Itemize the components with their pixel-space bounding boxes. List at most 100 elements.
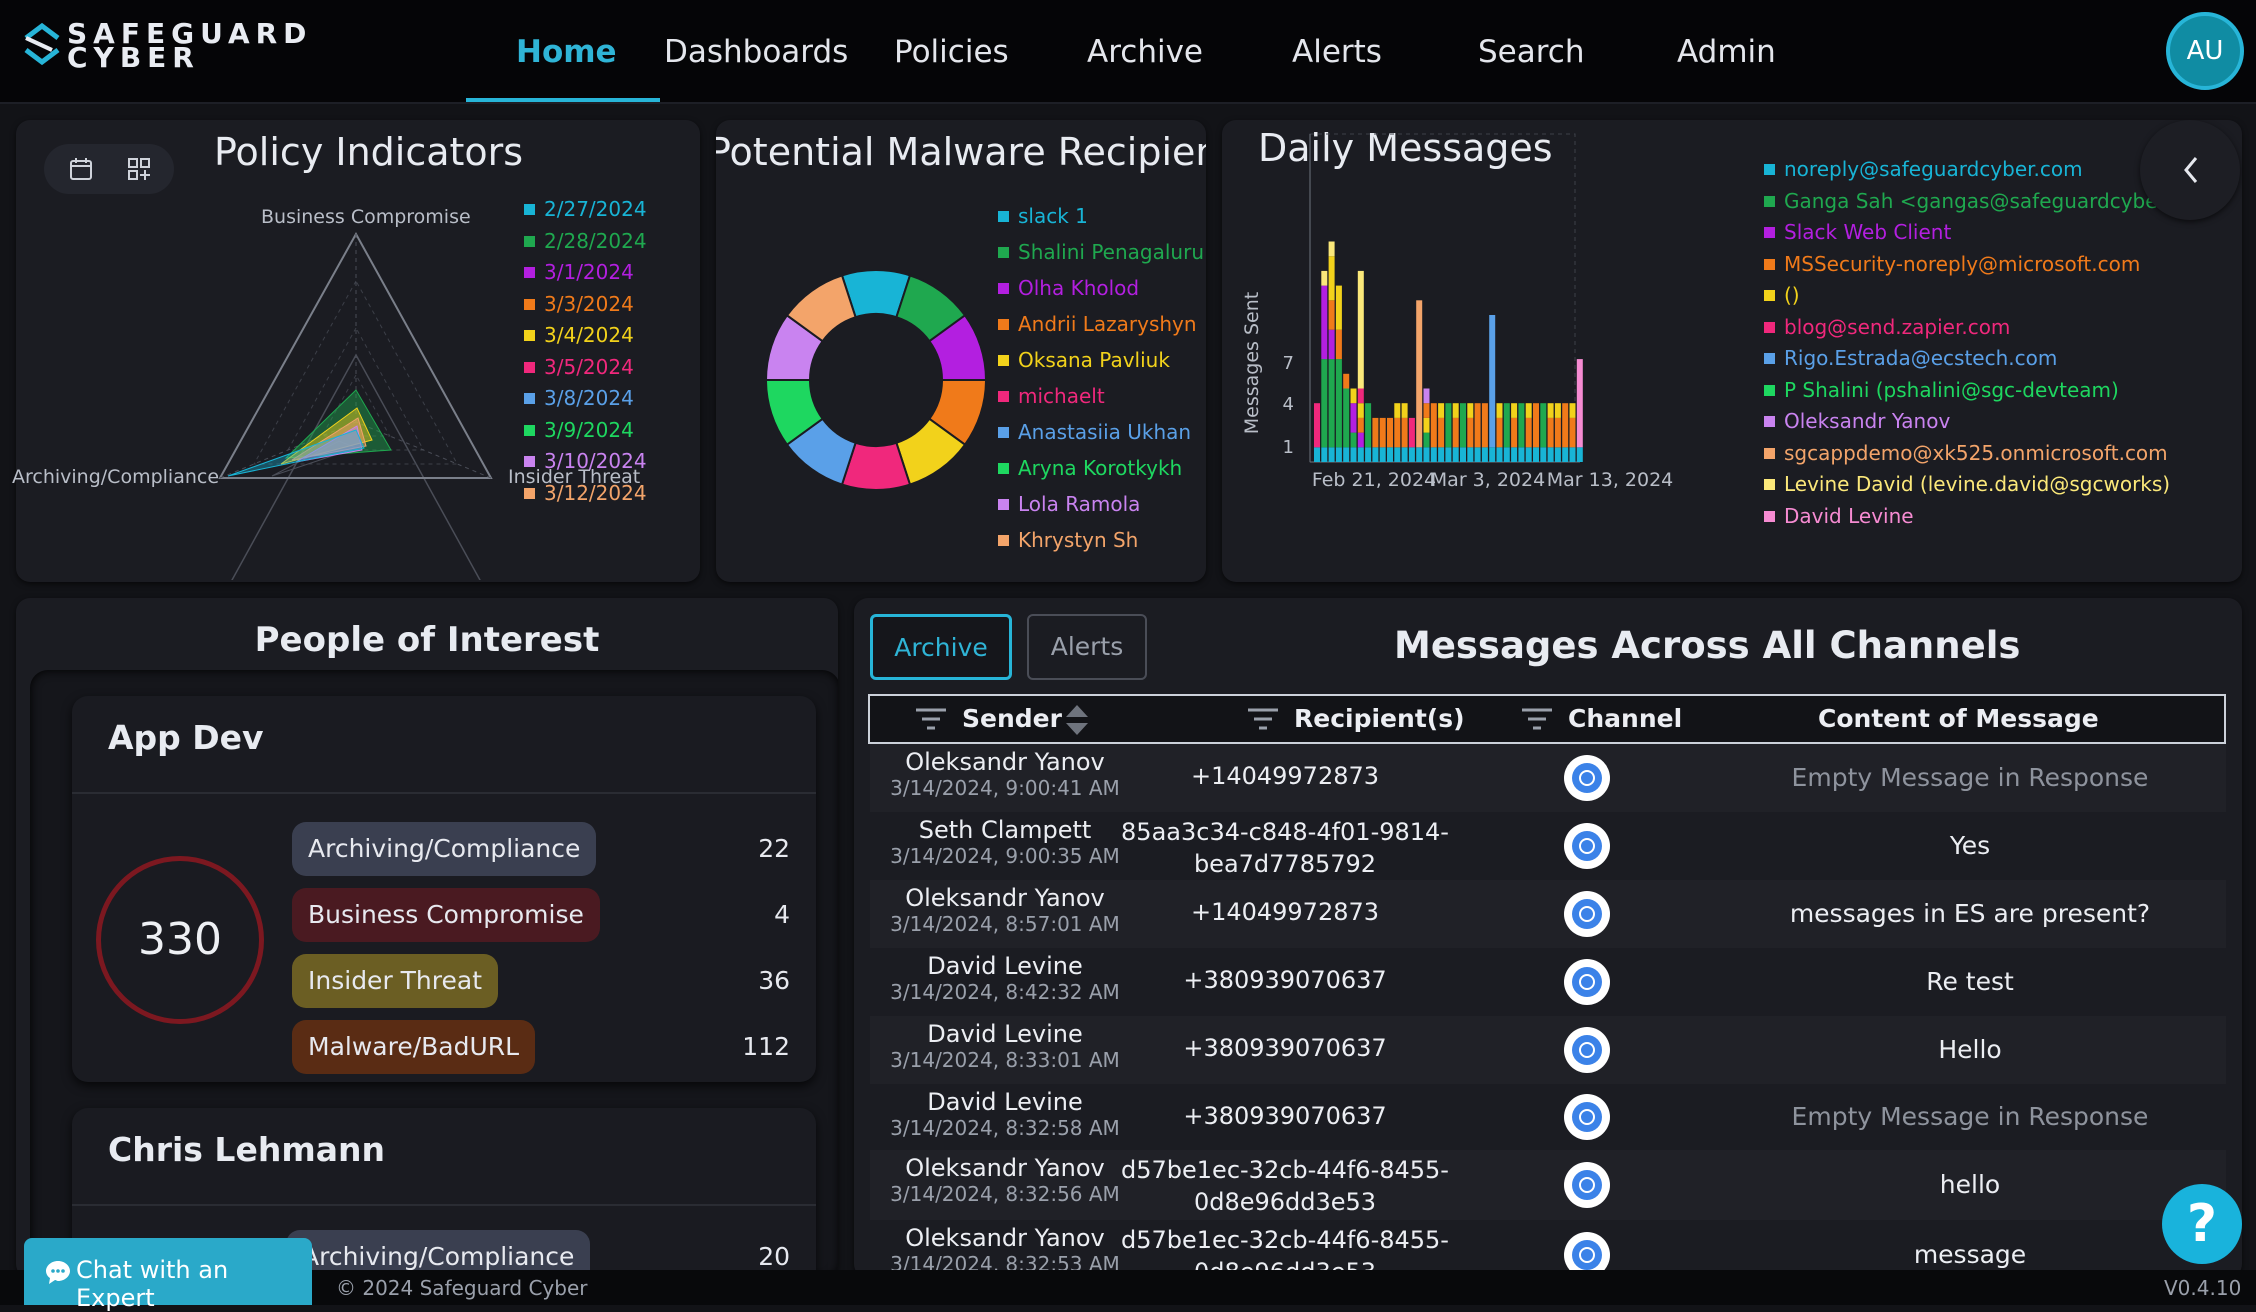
bar-segment[interactable] — [1445, 403, 1452, 448]
calendar-icon[interactable] — [66, 154, 96, 184]
bar-segment[interactable] — [1365, 447, 1372, 462]
policy-legend-item[interactable]: 3/3/2024 — [524, 289, 647, 321]
table-row[interactable]: Oleksandr Yanov 3/14/2024, 8:32:56 AM d5… — [870, 1150, 2226, 1220]
bar-segment[interactable] — [1350, 403, 1357, 433]
daily-legend-item[interactable]: Rigo.Estrada@ecstech.com — [1764, 343, 2230, 375]
filter-icon[interactable] — [914, 706, 948, 734]
bar-segment[interactable] — [1350, 432, 1357, 448]
nav-archive[interactable]: Archive — [1087, 30, 1203, 74]
bar-segment[interactable] — [1511, 417, 1518, 448]
table-row[interactable]: David Levine 3/14/2024, 8:33:01 AM +3809… — [870, 1016, 2226, 1084]
bar-segment[interactable] — [1452, 417, 1459, 448]
column-header-recipients[interactable]: Recipient(s) — [1294, 696, 1465, 742]
bar-segment[interactable] — [1533, 447, 1539, 462]
bar-segment[interactable] — [1357, 417, 1364, 433]
bar-segment[interactable] — [1540, 447, 1547, 462]
bar-segment[interactable] — [1408, 417, 1415, 448]
help-button[interactable]: ? — [2162, 1184, 2242, 1264]
sort-icon[interactable] — [1062, 702, 1092, 738]
malware-legend-item[interactable]: Olha Kholod — [998, 270, 1206, 306]
bar-segment[interactable] — [1423, 388, 1430, 404]
nav-policies[interactable]: Policies — [894, 30, 1009, 74]
table-row[interactable]: David Levine 3/14/2024, 8:42:32 AM +3809… — [870, 948, 2226, 1016]
bar-segment[interactable] — [1554, 447, 1561, 462]
bar-segment[interactable] — [1314, 403, 1320, 448]
bar-segment[interactable] — [1423, 403, 1430, 418]
bar-segment[interactable] — [1350, 388, 1357, 404]
bar-segment[interactable] — [1328, 359, 1335, 448]
bar-segment[interactable] — [1321, 285, 1328, 360]
policy-legend-item[interactable]: 3/8/2024 — [524, 383, 647, 415]
bar-segment[interactable] — [1496, 417, 1503, 448]
bar-segment[interactable] — [1357, 388, 1364, 404]
malware-legend-item[interactable]: slack 1 — [998, 198, 1206, 234]
bar-segment[interactable] — [1445, 447, 1452, 462]
bar-segment[interactable] — [1423, 447, 1430, 462]
bar-segment[interactable] — [1328, 300, 1335, 330]
malware-legend-item[interactable]: Anastasiia Ukhan — [998, 414, 1206, 450]
bar-segment[interactable] — [1569, 447, 1576, 462]
bar-segment[interactable] — [1357, 403, 1364, 418]
bar-segment[interactable] — [1335, 285, 1342, 330]
bar-segment[interactable] — [1474, 403, 1481, 448]
bar-segment[interactable] — [1467, 447, 1474, 462]
daily-legend-item[interactable]: sgcappdemo@xk525.onmicrosoft.com — [1764, 438, 2230, 470]
bar-segment[interactable] — [1394, 447, 1401, 462]
bar-segment[interactable] — [1554, 403, 1561, 418]
bar-segment[interactable] — [1576, 359, 1583, 448]
bar-segment[interactable] — [1474, 447, 1481, 462]
nav-admin[interactable]: Admin — [1677, 30, 1776, 74]
daily-legend-item[interactable]: Oleksandr Yanov — [1764, 406, 2230, 438]
policy-legend-item[interactable]: 3/12/2024 — [524, 478, 647, 510]
bar-segment[interactable] — [1496, 447, 1503, 462]
bar-segment[interactable] — [1525, 403, 1532, 418]
bar-segment[interactable] — [1321, 359, 1328, 448]
nav-dashboards[interactable]: Dashboards — [664, 30, 848, 74]
nav-alerts[interactable]: Alerts — [1292, 30, 1382, 74]
bar-segment[interactable] — [1438, 403, 1445, 418]
bar-segment[interactable] — [1547, 417, 1554, 448]
user-avatar[interactable]: AU — [2166, 12, 2244, 90]
bar-segment[interactable] — [1452, 403, 1459, 418]
bar-segment[interactable] — [1438, 417, 1445, 448]
malware-legend-item[interactable]: Aryna Korotkykh — [998, 450, 1206, 486]
bar-segment[interactable] — [1430, 403, 1437, 448]
tab-alerts[interactable]: Alerts — [1027, 614, 1147, 680]
bar-segment[interactable] — [1387, 417, 1393, 448]
bar-segment[interactable] — [1372, 417, 1379, 448]
widgets-icon[interactable] — [124, 154, 154, 184]
bar-segment[interactable] — [1525, 417, 1532, 448]
bar-segment[interactable] — [1533, 403, 1539, 448]
table-row[interactable]: Oleksandr Yanov 3/14/2024, 8:57:01 AM +1… — [870, 880, 2226, 948]
bar-segment[interactable] — [1576, 447, 1583, 462]
bar-segment[interactable] — [1569, 417, 1576, 448]
bar-segment[interactable] — [1569, 403, 1576, 418]
bar-segment[interactable] — [1394, 403, 1401, 418]
bar-segment[interactable] — [1394, 417, 1401, 448]
bar-segment[interactable] — [1489, 315, 1496, 448]
bar-segment[interactable] — [1416, 300, 1423, 448]
bar-segment[interactable] — [1481, 403, 1488, 448]
bar-segment[interactable] — [1328, 447, 1335, 462]
bar-segment[interactable] — [1540, 403, 1547, 448]
bar-segment[interactable] — [1357, 432, 1364, 448]
bar-segment[interactable] — [1438, 447, 1445, 462]
bar-segment[interactable] — [1335, 329, 1342, 360]
malware-legend-item[interactable]: Shalini Penagaluru — [998, 234, 1206, 270]
bar-segment[interactable] — [1314, 447, 1320, 462]
bar-segment[interactable] — [1416, 447, 1423, 462]
bar-segment[interactable] — [1518, 447, 1525, 462]
bar-segment[interactable] — [1467, 417, 1474, 448]
bar-segment[interactable] — [1489, 447, 1496, 462]
malware-legend-item[interactable]: Oksana Pavliuk — [998, 342, 1206, 378]
table-row[interactable]: Seth Clampett 3/14/2024, 9:00:35 AM 85aa… — [870, 812, 2226, 880]
bar-segment[interactable] — [1562, 403, 1569, 448]
bar-segment[interactable] — [1547, 403, 1554, 418]
bar-segment[interactable] — [1503, 403, 1510, 448]
tab-archive[interactable]: Archive — [870, 614, 1012, 680]
bar-segment[interactable] — [1423, 417, 1430, 433]
filter-icon[interactable] — [1246, 706, 1280, 734]
bar-segment[interactable] — [1328, 329, 1335, 360]
bar-segment[interactable] — [1562, 447, 1569, 462]
bar-segment[interactable] — [1460, 403, 1466, 448]
